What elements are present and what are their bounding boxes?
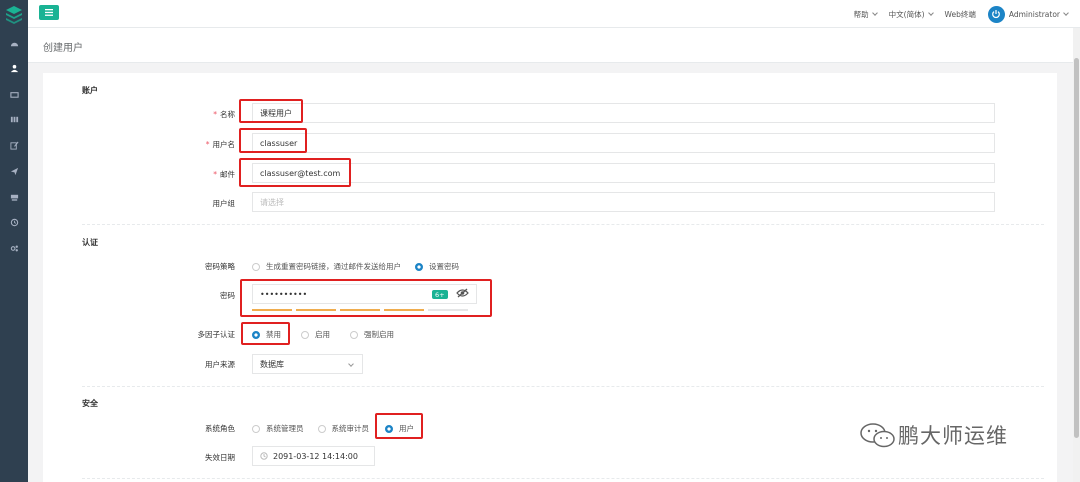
scrollbar-thumb[interactable] xyxy=(1074,58,1079,438)
name-input[interactable]: 课程用户 xyxy=(252,103,995,123)
toggle-menu-button[interactable] xyxy=(39,5,59,20)
source-select[interactable]: 数据库 xyxy=(252,354,363,374)
expire-label: 失效日期 xyxy=(205,453,235,462)
pw-strategy-option-email-link[interactable]: 生成重置密码链接，通过邮件发送给用户 xyxy=(252,261,401,272)
username-input[interactable]: classuser xyxy=(252,133,995,153)
page-title: 创建用户 xyxy=(43,43,83,54)
language-menu[interactable]: 中文(简体) xyxy=(888,9,934,20)
send-icon[interactable] xyxy=(8,165,20,177)
mfa-label: 多因子认证 xyxy=(197,330,236,339)
radio-button[interactable] xyxy=(317,424,326,433)
group-select[interactable]: 请选择 xyxy=(252,192,995,212)
help-label: 帮助 xyxy=(853,9,869,19)
section-divider xyxy=(82,224,1044,225)
section-divider xyxy=(82,478,1044,479)
mfa-option-enabled[interactable]: 启用 xyxy=(301,329,330,340)
name-label: * 名称 xyxy=(43,109,235,120)
watermark: 鹏大师运维 xyxy=(858,415,1058,455)
power-icon xyxy=(992,10,1001,19)
section-auth-title: 认证 xyxy=(82,238,98,247)
pw-strategy-option-label: 生成重置密码链接，通过邮件发送给用户 xyxy=(266,262,401,271)
radio-button[interactable] xyxy=(252,262,260,271)
mfa-option-label: 启用 xyxy=(315,330,330,339)
chevron-down-icon xyxy=(1063,10,1069,16)
chevron-down-icon xyxy=(927,10,934,16)
web-terminal-label: Web终端 xyxy=(944,9,976,19)
highlight-box xyxy=(239,158,351,187)
role-label: 系统角色 xyxy=(205,424,235,433)
highlight-box xyxy=(241,322,290,345)
highlight-box xyxy=(239,128,307,153)
password-label: 密码 xyxy=(220,291,235,300)
settings-icon[interactable] xyxy=(8,242,20,254)
role-option-auditor[interactable]: 系统审计员 xyxy=(317,423,370,434)
top-navbar: 帮助 中文(简体) Web终端 Administrator xyxy=(28,0,1080,28)
name-label-text: 名称 xyxy=(220,110,235,119)
source-label: 用户来源 xyxy=(205,360,235,369)
mfa-option-forced[interactable]: 强制启用 xyxy=(350,329,394,340)
required-marker: * xyxy=(213,110,217,119)
highlight-box xyxy=(375,413,423,439)
section-divider xyxy=(82,386,1044,387)
source-value: 数据库 xyxy=(260,359,284,369)
expire-date-input[interactable]: 2091-03-12 14:14:00 xyxy=(252,446,375,466)
username-field-label: * 用户名 xyxy=(43,139,235,150)
scrollbar[interactable] xyxy=(1073,28,1080,482)
help-menu[interactable]: 帮助 xyxy=(853,9,878,20)
required-marker: * xyxy=(205,140,210,149)
terminal-icon[interactable] xyxy=(8,191,20,203)
email-label-text: 邮件 xyxy=(220,170,235,179)
radio-button[interactable] xyxy=(350,330,358,339)
pw-strategy-label: 密码策略 xyxy=(205,262,235,271)
language-label: 中文(简体) xyxy=(888,9,925,19)
highlight-box xyxy=(239,99,303,123)
hamburger-icon xyxy=(45,9,53,16)
sidebar xyxy=(0,0,28,482)
email-label: * 邮件 xyxy=(43,169,235,180)
wechat-logo-icon xyxy=(860,423,895,448)
role-option-label: 系统管理员 xyxy=(266,424,304,433)
mfa-option-label: 强制启用 xyxy=(364,330,394,339)
highlight-box xyxy=(240,279,492,317)
chevron-down-icon xyxy=(871,10,878,16)
watermark-text: 鹏大师运维 xyxy=(898,424,1008,448)
role-option-admin[interactable]: 系统管理员 xyxy=(252,423,304,434)
pw-strategy-option-label: 设置密码 xyxy=(429,262,459,271)
pw-strategy-option-set-password[interactable]: 设置密码 xyxy=(415,261,459,272)
jumpserver-logo-icon[interactable] xyxy=(5,5,23,25)
username-label-text: 用户名 xyxy=(212,140,236,149)
dashboard-icon[interactable] xyxy=(8,38,20,50)
required-marker: * xyxy=(213,170,217,179)
page-header: 创建用户 xyxy=(28,28,1080,63)
user-menu[interactable]: Administrator xyxy=(987,5,1069,23)
expire-date-value: 2091-03-12 14:14:00 xyxy=(273,451,358,461)
avatar xyxy=(987,5,1005,23)
username-label: Administrator xyxy=(1008,9,1060,19)
assets-icon[interactable] xyxy=(8,88,20,100)
web-terminal-link[interactable]: Web终端 xyxy=(945,9,976,20)
role-option-label: 系统审计员 xyxy=(331,424,370,433)
group-label: 用户组 xyxy=(212,199,236,208)
edit-icon[interactable] xyxy=(8,139,20,151)
section-security-title: 安全 xyxy=(82,399,98,408)
radio-button-selected[interactable] xyxy=(415,262,423,271)
clock-icon xyxy=(260,452,268,460)
radio-button[interactable] xyxy=(252,424,260,433)
applications-icon[interactable] xyxy=(8,113,20,125)
radio-button[interactable] xyxy=(301,330,309,339)
email-input[interactable]: classuser@test.com xyxy=(252,163,995,183)
history-icon[interactable] xyxy=(8,216,20,228)
section-account-title: 账户 xyxy=(82,86,98,95)
users-icon[interactable] xyxy=(8,62,20,74)
pw-strategy-radio-group: 生成重置密码链接，通过邮件发送给用户 设置密码 xyxy=(252,261,473,272)
